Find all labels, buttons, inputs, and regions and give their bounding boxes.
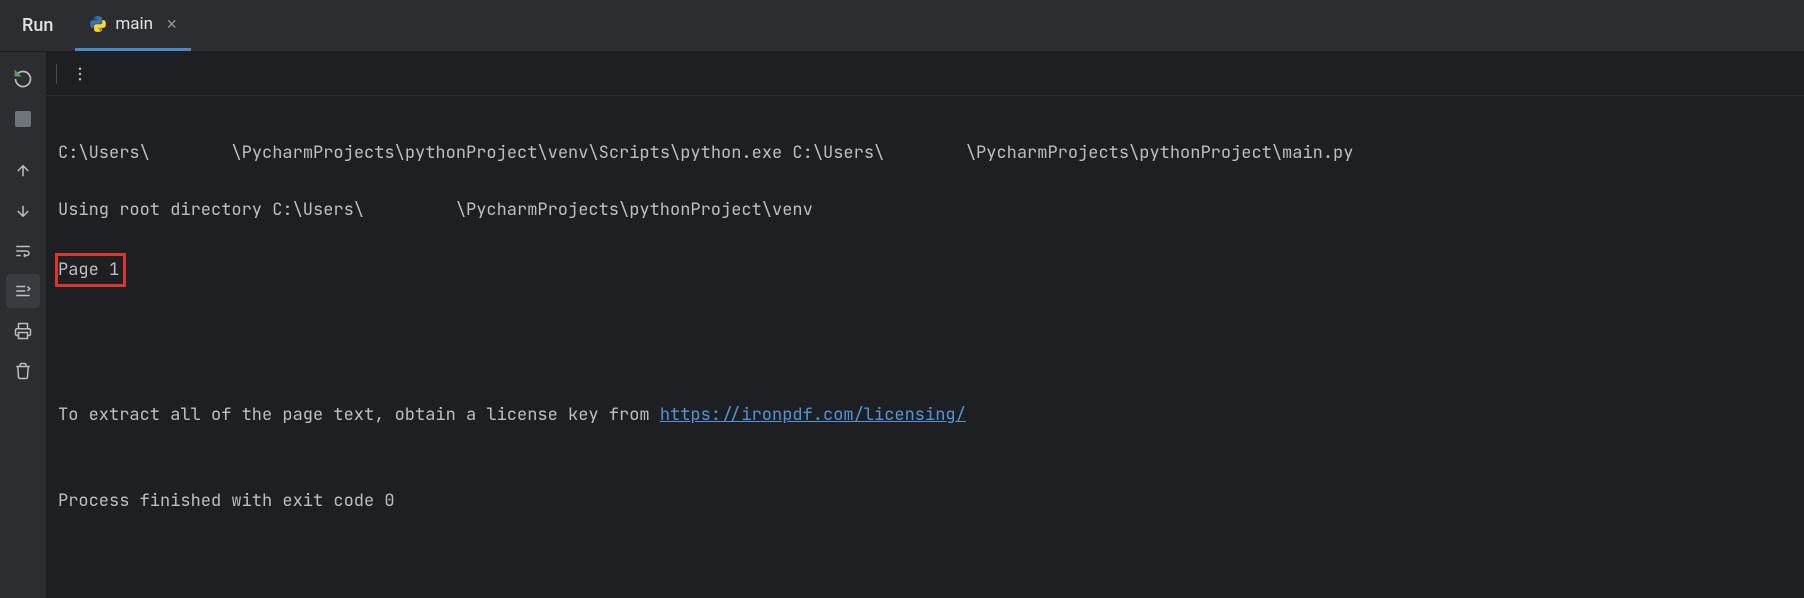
scroll-up-button[interactable] (6, 154, 40, 188)
console-wrapper: C:\Users\ \PycharmProjects\pythonProject… (46, 52, 1804, 598)
run-tab-main[interactable]: main × (75, 0, 190, 51)
run-panel-title: Run (0, 15, 75, 36)
run-side-toolbar (0, 52, 46, 598)
stop-button[interactable] (6, 102, 40, 136)
run-tab-label: main (115, 14, 153, 34)
close-icon[interactable]: × (167, 14, 177, 35)
console-line: Using root directory C:\Users\ \PycharmP… (58, 196, 1792, 225)
print-button[interactable] (6, 314, 40, 348)
scroll-to-end-button[interactable] (6, 274, 40, 308)
scroll-down-button[interactable] (6, 194, 40, 228)
console-output[interactable]: C:\Users\ \PycharmProjects\pythonProject… (46, 96, 1804, 598)
run-panel-header: Run main × (0, 0, 1804, 52)
python-icon (89, 15, 107, 33)
console-top-toolbar (46, 52, 1804, 96)
console-line: Page 1 (58, 253, 1792, 288)
run-panel-body: C:\Users\ \PycharmProjects\pythonProject… (0, 52, 1804, 598)
toolbar-divider (56, 64, 57, 84)
soft-wrap-button[interactable] (6, 234, 40, 268)
highlighted-output: Page 1 (55, 253, 126, 288)
license-link[interactable]: https://ironpdf.com/licensing/ (660, 404, 966, 426)
console-line: Process finished with exit code 0 (58, 487, 1792, 516)
clear-button[interactable] (6, 354, 40, 388)
console-line: To extract all of the page text, obtain … (58, 401, 1792, 430)
rerun-button[interactable] (6, 62, 40, 96)
console-line: C:\Users\ \PycharmProjects\pythonProject… (58, 139, 1792, 168)
more-icon[interactable] (71, 65, 89, 83)
